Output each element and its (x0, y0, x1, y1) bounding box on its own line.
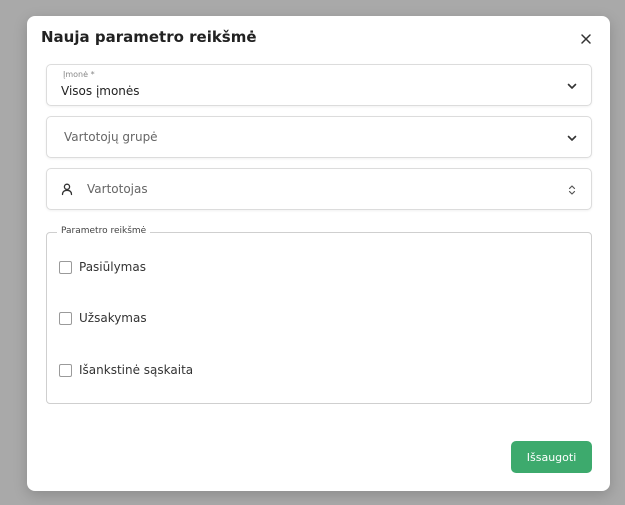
checkbox-label: Užsakymas (79, 311, 147, 325)
checkbox-box[interactable] (59, 311, 72, 325)
parameter-value-dialog: Nauja parametro reikšmė Įmonė * Visos įm… (27, 16, 610, 491)
user-placeholder: Vartotojas (87, 182, 148, 196)
checkbox-label: Pasiūlymas (79, 260, 146, 274)
close-icon[interactable] (578, 31, 594, 47)
checkbox-label: Išankstinė sąskaita (79, 363, 194, 377)
user-group-select[interactable]: Vartotojų grupė (46, 116, 592, 158)
chevron-down-icon (565, 78, 579, 92)
checkbox-offer[interactable]: Pasiūlymas (59, 259, 146, 275)
checkbox-box[interactable] (59, 260, 72, 274)
parameter-value-legend: Parametro reikšmė (57, 226, 151, 236)
user-group-placeholder: Vartotojų grupė (64, 130, 158, 144)
chevron-down-icon (565, 130, 579, 144)
save-button[interactable]: Išsaugoti (511, 441, 592, 473)
checkbox-box[interactable] (59, 363, 72, 377)
dialog-title: Nauja parametro reikšmė (41, 28, 257, 46)
chevron-up-down-icon (565, 182, 579, 196)
checkbox-proforma-invoice[interactable]: Išankstinė sąskaita (59, 362, 193, 378)
user-select[interactable]: Vartotojas (46, 168, 592, 210)
checkbox-order[interactable]: Užsakymas (59, 310, 147, 326)
company-select[interactable]: Įmonė * Visos įmonės (46, 64, 592, 106)
company-select-value: Visos įmonės (61, 84, 140, 98)
company-select-label: Įmonė * (63, 70, 95, 79)
parameter-value-group: Parametro reikšmė Pasiūlymas Užsakymas I… (46, 226, 592, 404)
user-icon (60, 181, 74, 196)
